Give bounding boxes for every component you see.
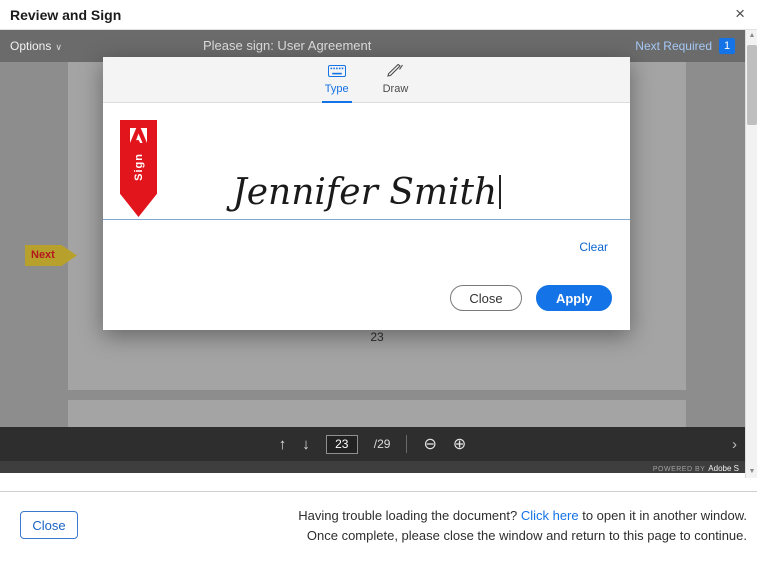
page-number-label: 23 [68, 330, 686, 344]
page-total-label: /29 [374, 437, 391, 451]
pen-icon [387, 64, 403, 80]
signature-dialog: Type Draw Sign Jennifer Smith Clear Clos… [103, 57, 630, 330]
scrollbar[interactable]: ▲ ▼ [745, 30, 757, 478]
options-label: Options [10, 39, 51, 53]
signature-value: Jennifer Smith [232, 172, 497, 213]
toolbar-expand-icon[interactable]: › [732, 436, 737, 453]
dialog-actions: Close Apply [450, 285, 612, 311]
page-number-input[interactable] [326, 435, 358, 454]
help-line1-pre: Having trouble loading the document? [298, 508, 521, 523]
scroll-down-icon[interactable]: ▼ [746, 466, 757, 478]
page-up-icon[interactable]: ↑ [279, 436, 287, 453]
tab-type-label: Type [325, 83, 349, 95]
options-menu[interactable]: Options ∨ [10, 30, 62, 63]
next-required-indicator[interactable]: Next Required 1 [635, 30, 735, 62]
scrollbar-thumb[interactable] [747, 45, 757, 125]
clear-link[interactable]: Clear [579, 240, 608, 254]
signature-area: Sign Jennifer Smith Clear Close Apply [103, 103, 630, 329]
help-text: Having trouble loading the document? Cli… [298, 506, 747, 546]
footer-close-button[interactable]: Close [20, 511, 78, 539]
review-and-sign-window: Review and Sign × Options∨ Please sign: … [0, 0, 757, 568]
scroll-up-icon[interactable]: ▲ [746, 30, 757, 42]
next-required-label: Next Required [635, 39, 712, 53]
close-icon[interactable]: × [731, 0, 749, 28]
tab-draw[interactable]: Draw [379, 57, 413, 102]
next-required-badge: 1 [719, 38, 735, 54]
help-line2: Once complete, please close the window a… [307, 528, 747, 543]
dialog-title: Review and Sign [10, 0, 121, 30]
pdf-toolbar: ↑ ↓ /29 ⊖ ⊕ › [0, 427, 745, 461]
zoom-out-icon[interactable]: ⊖ [423, 434, 436, 454]
signature-apply-button[interactable]: Apply [536, 285, 612, 311]
click-here-link[interactable]: Click here [521, 508, 579, 523]
powered-by-label: POWERED BY [653, 466, 705, 473]
keyboard-icon [328, 65, 346, 80]
page-down-icon[interactable]: ↓ [302, 436, 310, 453]
signature-close-button[interactable]: Close [450, 285, 522, 311]
signature-tabs: Type Draw [103, 57, 630, 103]
footer: Close Having trouble loading the documen… [0, 491, 757, 568]
chevron-down-icon: ∨ [55, 42, 62, 52]
dialog-header: Review and Sign × [0, 0, 757, 30]
help-line1-post: to open it in another window. [579, 508, 747, 523]
tab-draw-label: Draw [383, 83, 409, 95]
text-caret [499, 175, 501, 209]
tab-type[interactable]: Type [321, 57, 353, 102]
adobe-brand-label: Adobe S [708, 464, 739, 473]
toolbar-divider [406, 435, 407, 453]
signature-baseline [103, 219, 630, 220]
powered-by-bar: POWERED BYAdobe S [0, 461, 745, 473]
zoom-in-icon[interactable]: ⊕ [453, 434, 466, 454]
adobe-logo-icon [130, 120, 147, 148]
signature-text-input[interactable]: Jennifer Smith [103, 167, 630, 219]
